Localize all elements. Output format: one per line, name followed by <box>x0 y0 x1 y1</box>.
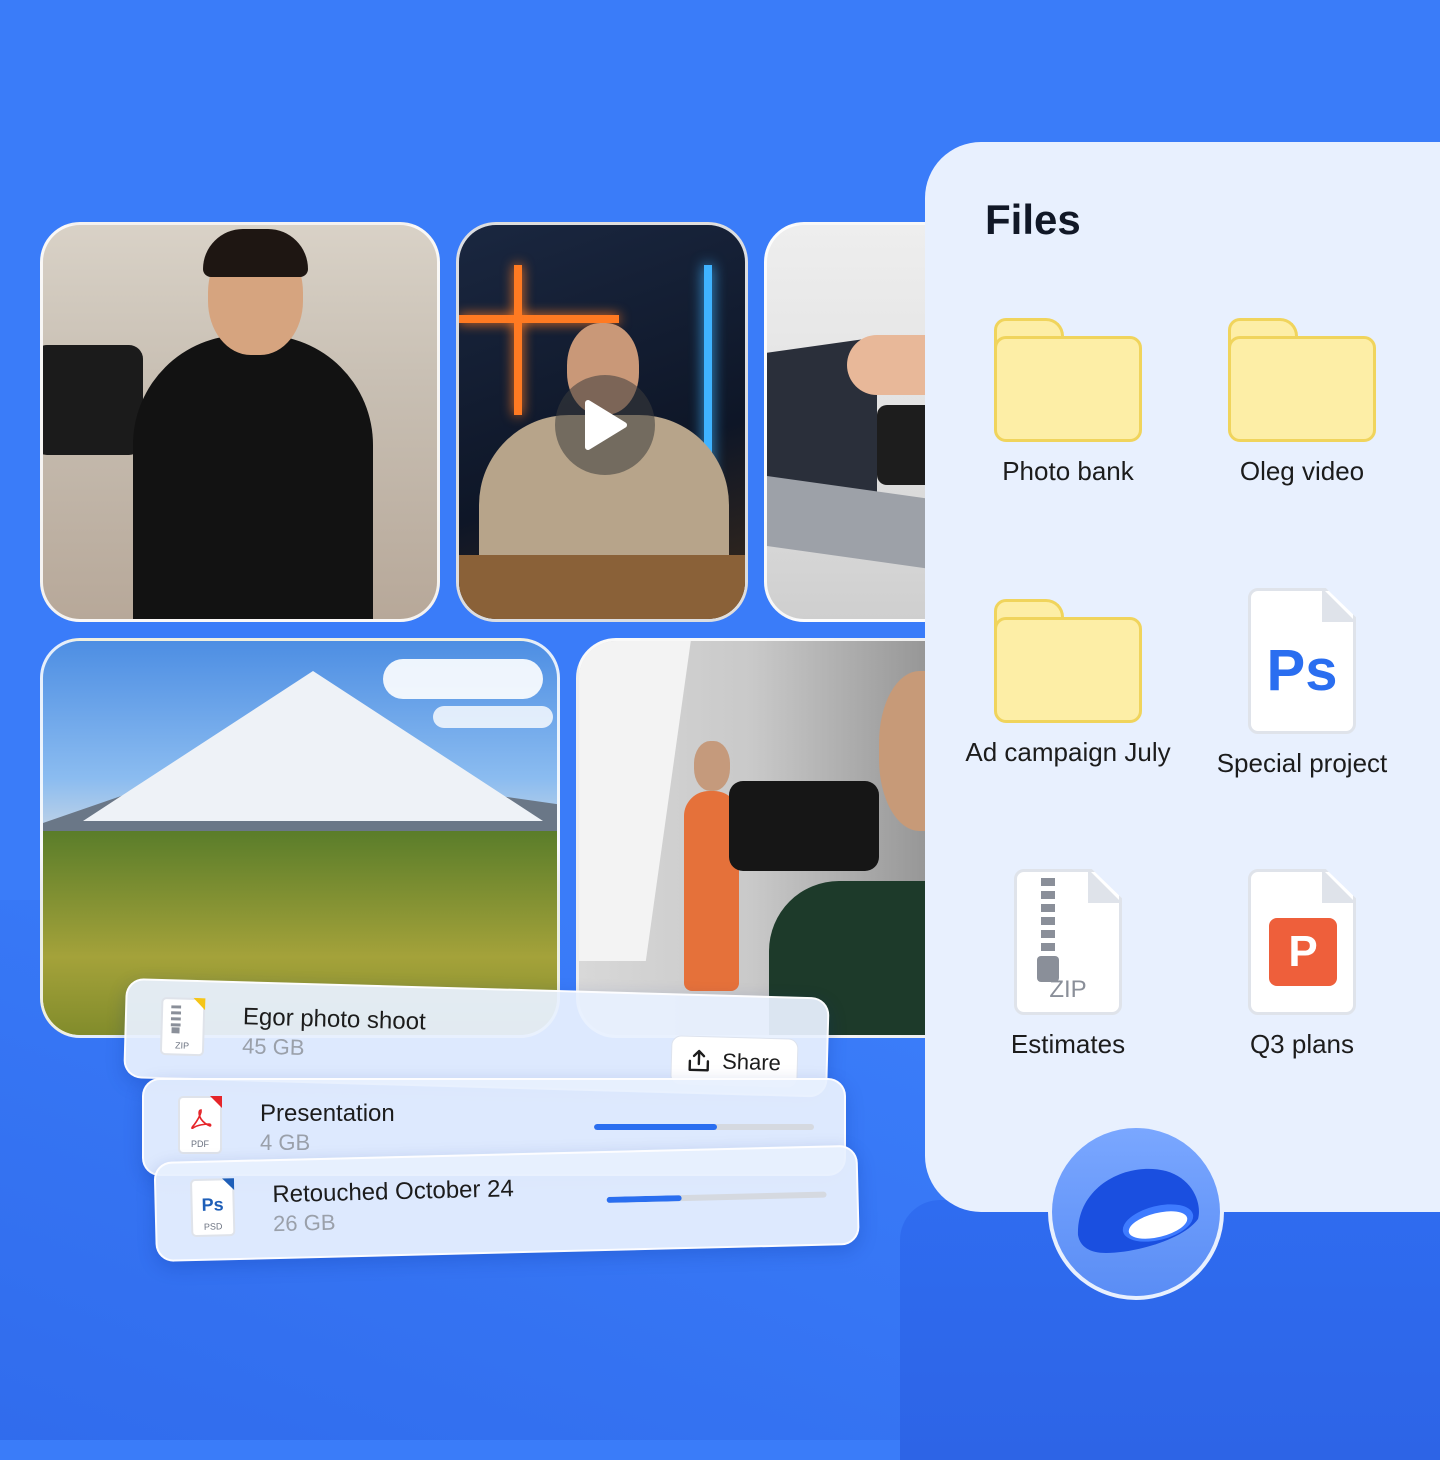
file-tile-label: Q3 plans <box>1249 1029 1355 1059</box>
upload-progress-bar <box>594 1124 814 1130</box>
file-tile-special-project[interactable]: Ps Special project <box>1182 588 1422 779</box>
file-tile-label: Special project <box>1216 748 1388 778</box>
psd-file-icon: Ps <box>1248 588 1356 734</box>
cloud-disk-logo-icon <box>1077 1168 1199 1253</box>
file-name: Retouched October 24 <box>272 1175 515 1209</box>
zip-file-icon: ZIP <box>1014 869 1122 1015</box>
pptx-file-icon: P <box>1248 869 1356 1015</box>
person-hair-shape <box>203 229 308 277</box>
share-label: Share <box>721 1048 782 1076</box>
presenter-photo[interactable] <box>40 222 440 622</box>
file-size: 45 GB <box>241 1033 305 1061</box>
folder-icon <box>994 599 1142 723</box>
desk-shape <box>459 555 745 619</box>
play-button[interactable] <box>555 375 655 475</box>
model-head-shape <box>694 741 730 791</box>
file-tile-estimates[interactable]: ZIP Estimates <box>948 869 1188 1060</box>
pdf-file-icon: PDF <box>178 1096 222 1154</box>
file-size: 4 GB <box>260 1130 311 1155</box>
neon-light-shape <box>459 315 619 323</box>
file-name: Presentation <box>260 1100 395 1127</box>
photographer-photo[interactable] <box>576 638 966 1038</box>
files-title: Files <box>985 196 1081 243</box>
file-tile-label: Ad campaign July <box>965 737 1171 767</box>
file-tile-q3-plans[interactable]: P Q3 plans <box>1182 869 1422 1060</box>
file-tile-label: Photo bank <box>1002 456 1134 486</box>
cloud-disk-logo[interactable] <box>1052 1128 1220 1296</box>
folder-icon <box>994 318 1142 442</box>
video-camera-shape <box>43 345 143 455</box>
neon-light-shape <box>514 265 522 415</box>
streamer-video-thumbnail[interactable] <box>456 222 748 622</box>
file-tile-ad-campaign[interactable]: Ad campaign July <box>948 599 1188 768</box>
file-tile-photo-bank[interactable]: Photo bank <box>948 318 1188 487</box>
file-tile-oleg-video[interactable]: Oleg video <box>1182 318 1422 487</box>
zip-file-icon: ZIP <box>159 996 206 1057</box>
folder-icon <box>1228 318 1376 442</box>
mountain-photo[interactable] <box>40 638 560 1038</box>
play-icon <box>585 400 627 450</box>
cloud-shape <box>433 706 553 728</box>
file-size: 26 GB <box>272 1209 336 1237</box>
transfer-card[interactable]: Ps PSD Retouched October 24 26 GB <box>153 1144 860 1262</box>
psd-file-icon: Ps PSD <box>189 1178 236 1238</box>
softbox-shape <box>579 641 693 961</box>
file-tile-label: Estimates <box>1010 1029 1126 1059</box>
camera-shape <box>729 781 879 871</box>
share-icon <box>688 1049 710 1072</box>
upload-progress-bar <box>606 1191 827 1203</box>
person-hoodie-shape <box>133 335 373 619</box>
file-name: Egor photo shoot <box>242 1003 427 1036</box>
cloud-shape <box>383 659 543 699</box>
file-tile-label: Oleg video <box>1239 456 1365 486</box>
